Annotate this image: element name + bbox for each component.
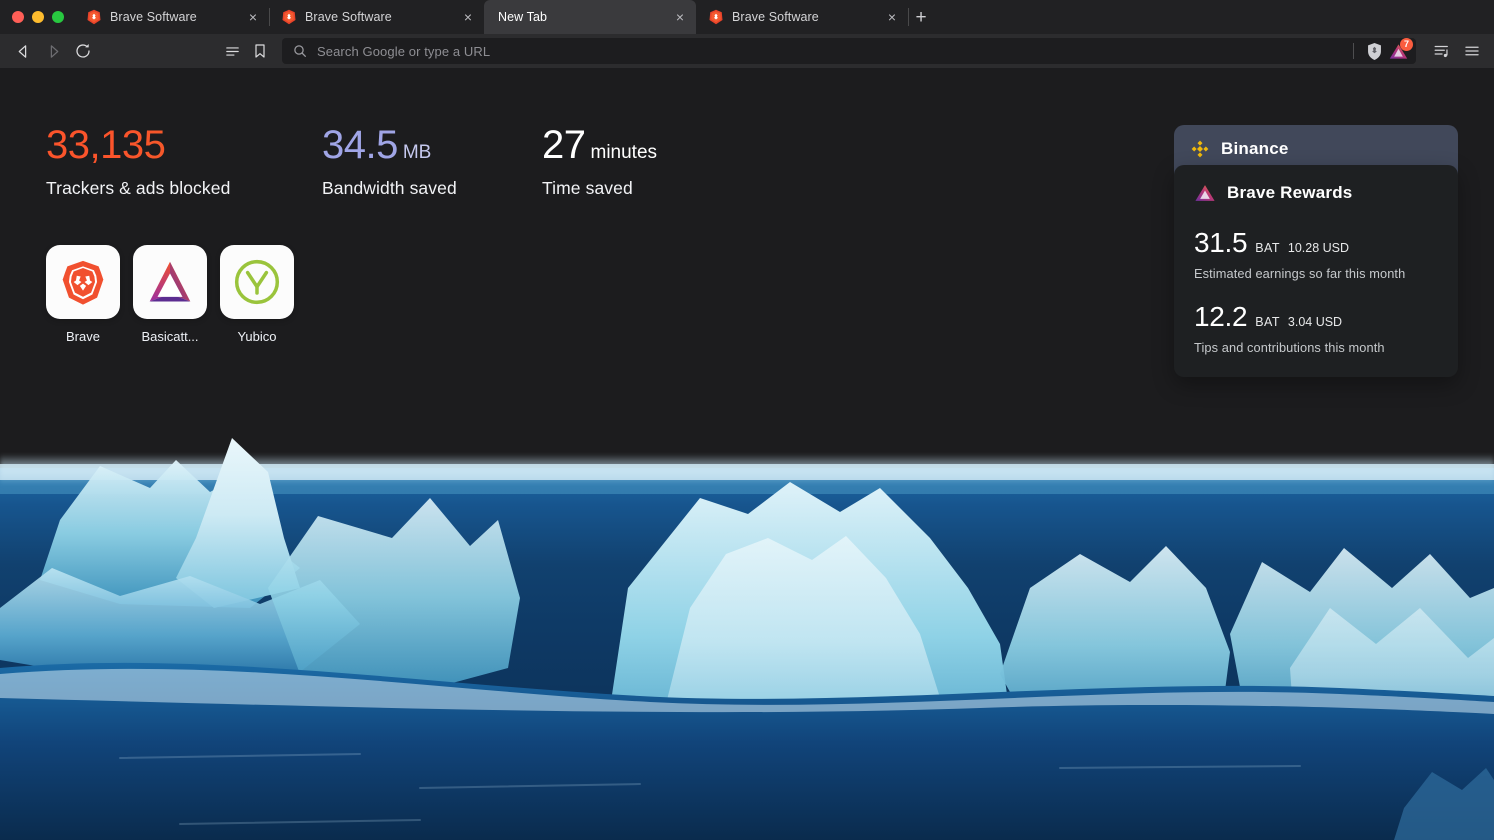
omnibox-divider — [1353, 43, 1354, 59]
browser-tab[interactable]: Brave Software × — [269, 0, 484, 34]
top-sites: Brave — [46, 245, 294, 344]
shortcut-tile-yubico[interactable]: Yubico — [220, 245, 294, 344]
tab-separator — [269, 8, 270, 26]
bat-triangle-icon — [145, 259, 195, 305]
rewards-amount: 31.5 — [1194, 229, 1247, 257]
tab-title: New Tab — [498, 10, 662, 24]
tile-icon-container — [46, 245, 120, 319]
tab-strip: Brave Software × Brave Software × New Ta… — [0, 0, 1494, 34]
bookmark-icon — [252, 43, 268, 59]
brave-lion-icon — [281, 9, 297, 25]
brave-rewards-button[interactable]: 7 — [1386, 39, 1410, 63]
rewards-description: Estimated earnings so far this month — [1194, 266, 1438, 281]
forward-arrow-icon — [45, 43, 62, 60]
rewards-amount-line: 31.5 BAT 10.28 USD — [1194, 229, 1438, 257]
browser-window: Brave Software × Brave Software × New Ta… — [0, 0, 1494, 840]
stat-value: 34.5 — [322, 123, 398, 167]
stat-value-group: 34.5MB — [322, 125, 542, 165]
browser-tab[interactable]: Brave Software × — [74, 0, 269, 34]
widget-title: Brave Rewards — [1227, 183, 1352, 203]
rewards-tips-row: 12.2 BAT 3.04 USD Tips and contributions… — [1194, 303, 1438, 355]
tab-title: Brave Software — [732, 10, 874, 24]
shortcut-tile-basicattentiontoken[interactable]: Basicatt... — [133, 245, 207, 344]
stat-value-group: 27minutes — [542, 125, 657, 165]
widget-header: Brave Rewards — [1194, 183, 1438, 203]
brave-shields-button[interactable] — [1362, 39, 1386, 63]
rewards-earnings-row: 31.5 BAT 10.28 USD Estimated earnings so… — [1194, 229, 1438, 281]
widget-title: Binance — [1221, 139, 1289, 159]
forward-button[interactable] — [38, 38, 68, 64]
rewards-fiat: 3.04 USD — [1288, 315, 1342, 329]
close-tab-button[interactable]: × — [460, 9, 476, 25]
rewards-notification-badge: 7 — [1400, 38, 1413, 51]
new-tab-page: 33,135 Trackers & ads blocked 34.5MB Ban… — [0, 68, 1494, 840]
rewards-amount: 12.2 — [1194, 303, 1247, 331]
stat-value: 27 — [542, 123, 586, 167]
tile-label: Brave — [66, 329, 100, 344]
new-tab-button[interactable]: + — [908, 0, 934, 34]
stat-value: 33,135 — [46, 125, 322, 165]
privacy-stats: 33,135 Trackers & ads blocked 34.5MB Ban… — [46, 125, 657, 199]
brave-lion-icon — [86, 9, 102, 25]
brave-lion-icon — [58, 257, 108, 307]
rewards-fiat: 10.28 USD — [1288, 241, 1349, 255]
tile-label: Yubico — [237, 329, 276, 344]
brave-rewards-triangle-icon — [1194, 183, 1216, 203]
stat-trackers-blocked: 33,135 Trackers & ads blocked — [46, 125, 322, 199]
rewards-token: BAT — [1255, 241, 1280, 255]
close-tab-button[interactable]: × — [884, 9, 900, 25]
hamburger-menu-icon — [1463, 42, 1481, 60]
browser-tab[interactable]: Brave Software × — [696, 0, 908, 34]
playlist-icon — [1433, 42, 1451, 60]
brave-shield-icon — [1366, 42, 1383, 61]
rewards-token: BAT — [1255, 315, 1280, 329]
yubico-y-icon — [232, 257, 282, 307]
brave-lion-icon — [708, 9, 724, 25]
search-input[interactable]: Search Google or type a URL — [317, 44, 1349, 59]
search-icon — [292, 43, 308, 59]
address-bar[interactable]: Search Google or type a URL — [282, 38, 1416, 64]
stat-label: Bandwidth saved — [322, 178, 542, 199]
playlist-button[interactable] — [1428, 38, 1456, 64]
main-menu-button[interactable] — [1458, 38, 1486, 64]
tab-separator — [908, 8, 909, 26]
close-tab-button[interactable]: × — [245, 9, 261, 25]
browser-tab-active[interactable]: New Tab × — [484, 0, 696, 34]
rewards-description: Tips and contributions this month — [1194, 340, 1438, 355]
tab-list: Brave Software × Brave Software × New Ta… — [74, 0, 934, 34]
rewards-amount-line: 12.2 BAT 3.04 USD — [1194, 303, 1438, 331]
binance-diamond-icon — [1190, 139, 1210, 159]
tab-title: Brave Software — [110, 10, 235, 24]
stat-label: Time saved — [542, 178, 657, 199]
browser-toolbar: Search Google or type a URL — [0, 34, 1494, 68]
window-traffic-lights — [0, 0, 74, 34]
stat-bandwidth-saved: 34.5MB Bandwidth saved — [322, 125, 542, 199]
toolbar-right-actions — [1428, 38, 1486, 64]
stat-unit: MB — [403, 142, 432, 163]
bookmark-button[interactable] — [246, 38, 274, 64]
stat-unit: minutes — [591, 142, 658, 163]
close-tab-button[interactable]: × — [672, 9, 688, 25]
back-button[interactable] — [8, 38, 38, 64]
reload-button[interactable] — [68, 38, 98, 64]
back-arrow-icon — [15, 43, 32, 60]
brave-rewards-widget[interactable]: Brave Rewards 31.5 BAT 10.28 USD Estimat… — [1174, 165, 1458, 377]
shortcut-tile-brave[interactable]: Brave — [46, 245, 120, 344]
tab-title: Brave Software — [305, 10, 450, 24]
new-tab-plus-icon: + — [915, 8, 926, 27]
stat-time-saved: 27minutes Time saved — [542, 125, 657, 199]
ntp-widget-stack: Binance Brave Rewards — [1174, 125, 1458, 377]
minimize-window-button[interactable] — [32, 11, 44, 23]
close-window-button[interactable] — [12, 11, 24, 23]
reload-icon — [74, 42, 92, 60]
reading-list-icon — [224, 43, 241, 60]
tile-icon-container — [220, 245, 294, 319]
tile-icon-container — [133, 245, 207, 319]
tile-label: Basicatt... — [141, 329, 198, 344]
stat-label: Trackers & ads blocked — [46, 178, 322, 199]
reading-list-button[interactable] — [218, 38, 246, 64]
maximize-window-button[interactable] — [52, 11, 64, 23]
